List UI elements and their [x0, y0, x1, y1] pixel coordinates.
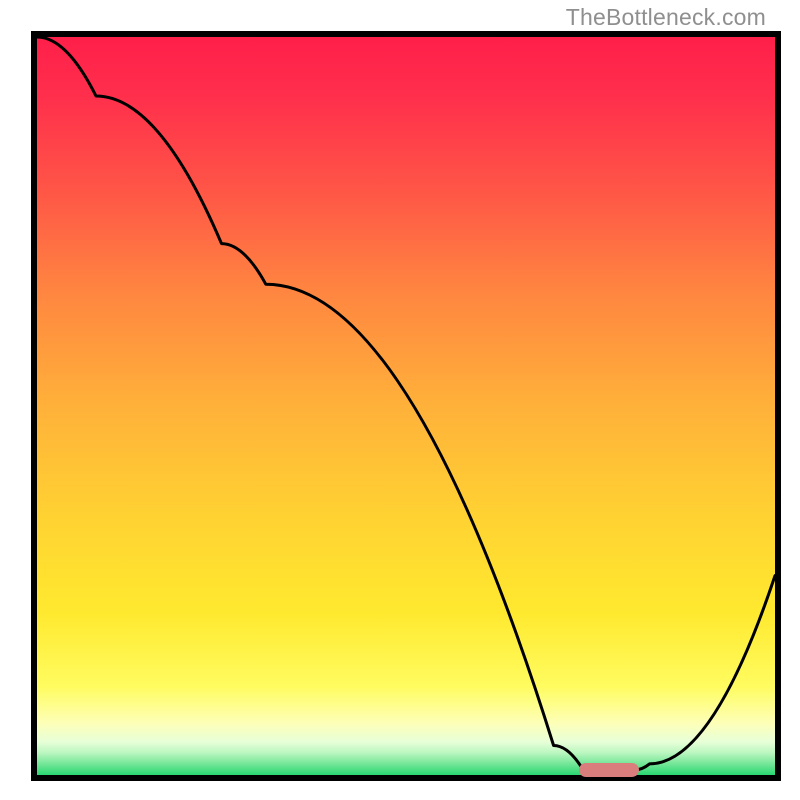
optimum-marker: [579, 763, 639, 777]
plot-frame: [31, 31, 781, 781]
data-curve: [37, 37, 775, 775]
watermark-text: TheBottleneck.com: [566, 4, 766, 31]
